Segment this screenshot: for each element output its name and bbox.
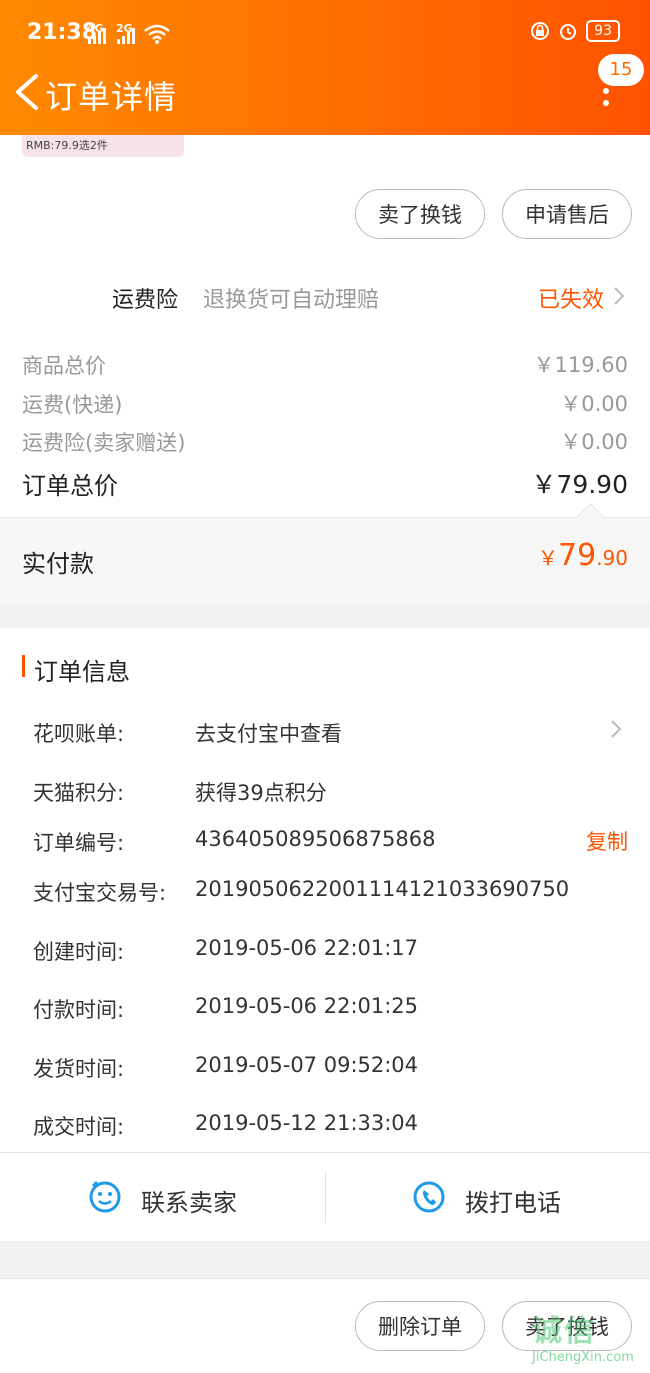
huabei-bill-label: 花呗账单: xyxy=(33,722,125,746)
battery-indicator: 93 xyxy=(586,20,620,42)
paid-currency: ￥ xyxy=(538,546,558,570)
copy-button[interactable]: 复制 xyxy=(586,826,628,856)
signal-bars-icon xyxy=(88,28,106,44)
sell-for-cash-button[interactable]: 卖了换钱 xyxy=(355,189,485,239)
status-right: 93 xyxy=(530,20,620,42)
message-count-badge[interactable]: 15 xyxy=(598,54,644,86)
watermark-url: JiChengXin.com xyxy=(532,1350,634,1365)
contact-divider xyxy=(325,1171,326,1223)
back-arrow-icon[interactable] xyxy=(8,70,48,114)
alarm-icon xyxy=(560,24,577,40)
contact-seller-label: 联系卖家 xyxy=(141,1189,237,1217)
more-menu-icon[interactable] xyxy=(603,88,611,112)
paid-time-value: 2019-05-06 22:01:25 xyxy=(195,994,419,1018)
alipay-trade-label: 支付宝交易号: xyxy=(33,881,167,905)
created-time-label: 创建时间: xyxy=(33,940,125,964)
phone-icon xyxy=(413,1181,445,1213)
created-time-value: 2019-05-06 22:01:17 xyxy=(195,936,419,960)
order-total-label: 订单总价 xyxy=(22,472,118,500)
chevron-right-icon xyxy=(614,287,625,305)
insurance-label: 运费险 xyxy=(112,288,179,313)
chevron-right-icon-2[interactable] xyxy=(610,719,622,739)
order-info-title: 订单信息 xyxy=(34,658,130,686)
page-title: 订单详情 xyxy=(45,78,178,116)
paid-amount-box: 实付款 ￥79.90 xyxy=(0,503,650,604)
insurance-status: 已失效 xyxy=(538,288,605,313)
paid-label: 实付款 xyxy=(22,550,94,578)
section-accent-bar xyxy=(22,655,25,677)
order-number-label: 订单编号: xyxy=(33,831,125,855)
chat-smile-icon xyxy=(89,1180,121,1213)
tmall-points-value: 获得39点积分 xyxy=(195,781,327,805)
insurance-fee-value: ￥0.00 xyxy=(560,430,628,454)
watermark: 诚信 xyxy=(532,1314,596,1349)
tmall-points-label: 天猫积分: xyxy=(33,781,125,805)
signal-bars-icon-2 xyxy=(117,28,135,44)
section-divider-2 xyxy=(0,1241,650,1278)
completed-time-value: 2019-05-12 21:33:04 xyxy=(195,1111,419,1135)
paid-amount: ￥79.90 xyxy=(538,538,628,573)
completed-time-label: 成交时间: xyxy=(33,1115,125,1139)
paid-time-label: 付款时间: xyxy=(33,998,125,1022)
alipay-trade-value: 2019050622001114121033690750 xyxy=(195,877,570,901)
insurance-desc: 退换货可自动理赔 xyxy=(203,288,380,313)
shipped-time-value: 2019-05-07 09:52:04 xyxy=(195,1053,419,1077)
order-total-value: ￥79.90 xyxy=(531,470,628,499)
shipping-fee-label: 运费(快递) xyxy=(22,393,123,417)
order-number-value: 436405089506875868 xyxy=(195,827,436,851)
app-header: 21:38 4G 2G 93 订单详情 15 xyxy=(0,0,650,135)
paid-int: 79 xyxy=(558,538,597,573)
insurance-fee-label: 运费险(卖家赠送) xyxy=(22,431,186,455)
contact-bar: 联系卖家 拨打电话 xyxy=(0,1152,650,1241)
goods-total-label: 商品总价 xyxy=(22,354,106,378)
wifi-icon xyxy=(144,24,170,44)
goods-total-value: ￥119.60 xyxy=(533,353,628,377)
product-thumbnail[interactable]: RMB:79.9选2件 xyxy=(22,135,184,157)
pointer-notch xyxy=(577,503,604,530)
section-divider xyxy=(0,603,650,628)
paid-decimal: .90 xyxy=(596,546,628,570)
delete-order-button[interactable]: 删除订单 xyxy=(355,1301,485,1351)
call-phone-label: 拨打电话 xyxy=(465,1189,561,1217)
huabei-bill-link[interactable]: 去支付宝中查看 xyxy=(195,718,342,748)
shipping-fee-value: ￥0.00 xyxy=(560,392,628,416)
shipped-time-label: 发货时间: xyxy=(33,1057,125,1081)
apply-after-sale-button[interactable]: 申请售后 xyxy=(502,189,632,239)
lock-rotation-icon xyxy=(531,22,550,40)
